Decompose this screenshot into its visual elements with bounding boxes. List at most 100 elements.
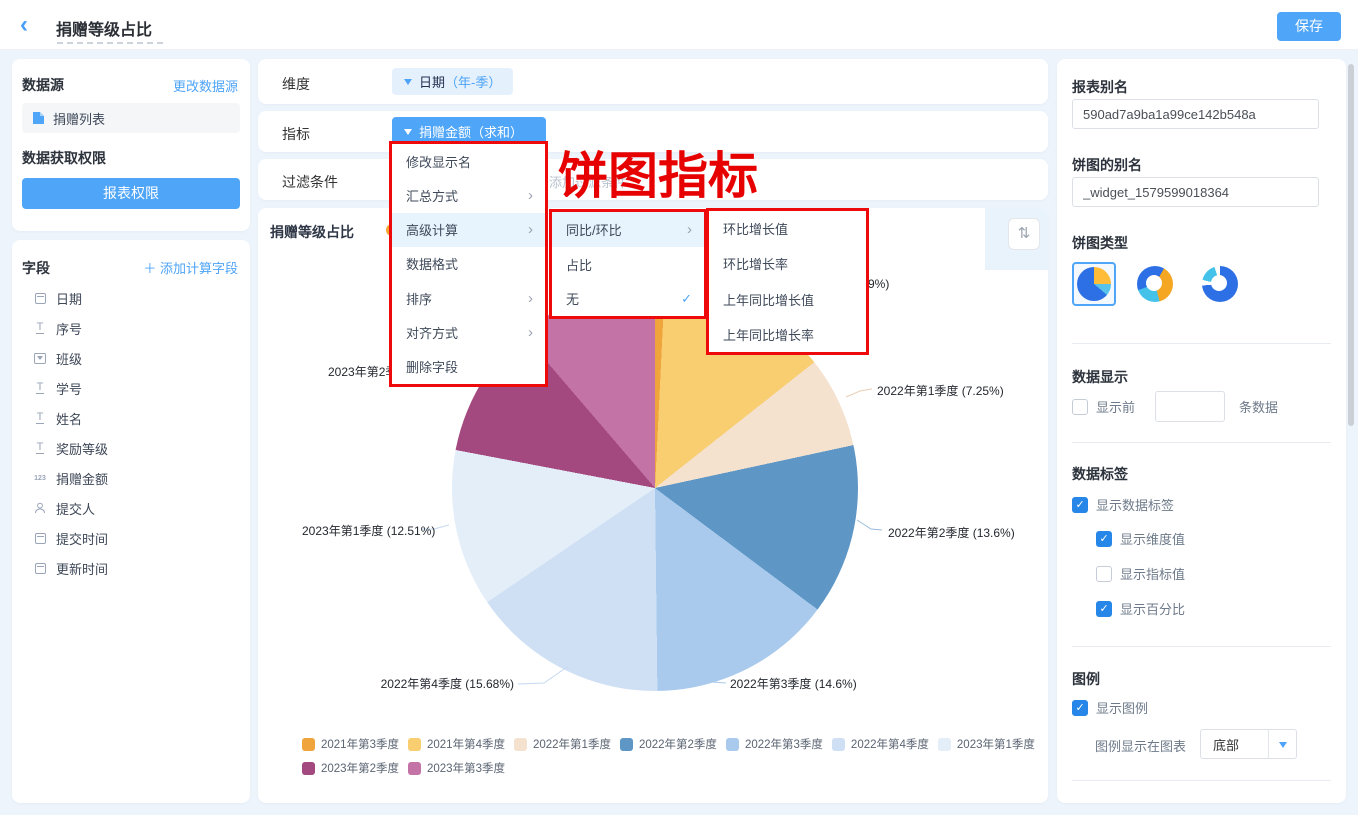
data-display-label: 数据显示	[1072, 367, 1128, 387]
pie-type-option-ring[interactable]	[1202, 266, 1238, 302]
field-item-name[interactable]: T姓名	[32, 407, 242, 429]
datasource-card: 数据源 更改数据源 捐赠列表 数据获取权限 报表权限	[12, 59, 250, 231]
menu-item-aggregation[interactable]: 汇总方式›	[392, 178, 545, 212]
field-item-submit-time[interactable]: 提交时间	[32, 527, 242, 549]
show-first-checkbox[interactable]	[1072, 399, 1088, 415]
show-legend-row: 显示图例	[1072, 698, 1148, 717]
save-button[interactable]: 保存	[1277, 12, 1341, 41]
show-percent-row: 显示百分比	[1096, 599, 1185, 618]
legend-item[interactable]: 2021年第4季度	[408, 736, 505, 752]
show-metric-checkbox[interactable]	[1096, 566, 1112, 582]
submenu-item-proportion[interactable]: 占比	[552, 247, 704, 282]
submenu-item-mom-growth-value[interactable]: 环比增长值	[709, 211, 866, 246]
chevron-right-icon: ›	[687, 222, 692, 237]
datasource-table-item[interactable]: 捐赠列表	[22, 103, 240, 133]
pie-label-2023q1: 2023年第1季度 (12.51%)	[302, 524, 435, 538]
page-title: 捐赠等级占比	[56, 16, 152, 40]
menu-item-delete-field[interactable]: 删除字段	[392, 350, 545, 384]
row-count-input[interactable]	[1155, 391, 1225, 422]
pie-type-label: 饼图类型	[1072, 233, 1128, 253]
submenu-item-yoy-growth-value[interactable]: 上年同比增长值	[709, 282, 866, 317]
pie-label-2023q2-fragment: 2023年第2季	[328, 365, 397, 379]
legend-item[interactable]: 2023年第2季度	[302, 760, 399, 776]
chart-legend-row-2: 2023年第2季度 2023年第3季度	[302, 760, 505, 776]
calendar-icon	[32, 531, 48, 545]
field-item-date[interactable]: 日期	[32, 287, 242, 309]
menu-item-align[interactable]: 对齐方式›	[392, 315, 545, 349]
pie-icon	[1077, 267, 1111, 301]
show-data-labels-row: 显示数据标签	[1072, 495, 1174, 514]
show-legend-checkbox[interactable]	[1072, 700, 1088, 716]
pie-label-2022q3: 2022年第3季度 (14.6%)	[730, 677, 857, 691]
text-icon: T	[32, 441, 48, 455]
show-percent-checkbox[interactable]	[1096, 601, 1112, 617]
chevron-right-icon: ›	[528, 222, 533, 237]
chart-legend-row-1: 2021年第3季度 2021年第4季度 2022年第1季度 2022年第2季度 …	[302, 736, 1035, 752]
filter-row: 过滤条件 点击添加过滤条件	[258, 159, 1048, 200]
field-item-class[interactable]: 班级	[32, 347, 242, 369]
show-dimension-checkbox[interactable]	[1096, 531, 1112, 547]
advanced-calc-submenu: 同比/环比› 占比 无✓	[549, 209, 707, 319]
pie-label-2022q4: 2022年第4季度 (15.68%)	[364, 677, 514, 691]
report-alias-input[interactable]	[1072, 99, 1319, 129]
change-datasource-link[interactable]: 更改数据源	[173, 76, 238, 95]
legend-item[interactable]: 2021年第3季度	[302, 736, 399, 752]
legend-item[interactable]: 2022年第2季度	[620, 736, 717, 752]
field-item-serial[interactable]: T序号	[32, 317, 242, 339]
pie-type-option-pie[interactable]	[1072, 262, 1116, 306]
field-item-update-time[interactable]: 更新时间	[32, 557, 242, 579]
fields-card: 字段 ＋ 添加计算字段 日期 T序号 班级 T学号 T姓名 T奖励等级 123捐…	[12, 240, 250, 803]
pie-alias-input[interactable]	[1072, 177, 1319, 207]
pie-type-option-donut[interactable]	[1137, 266, 1173, 302]
show-first-row: 显示前 条数据	[1072, 391, 1278, 422]
report-alias-label: 报表别名	[1072, 77, 1128, 97]
legend-item[interactable]: 2022年第1季度	[514, 736, 611, 752]
text-icon: T	[32, 411, 48, 425]
add-calc-field-link[interactable]: ＋ 添加计算字段	[143, 258, 238, 277]
legend-item[interactable]: 2023年第1季度	[938, 736, 1035, 752]
dimension-pill[interactable]: 日期 （年-季）	[392, 68, 513, 95]
menu-item-rename[interactable]: 修改显示名	[392, 144, 545, 178]
sort-button[interactable]: ⇅	[1008, 218, 1040, 250]
menu-item-data-format[interactable]: 数据格式	[392, 247, 545, 281]
chevron-right-icon: ›	[528, 291, 533, 306]
settings-panel: 报表别名 饼图的别名 饼图类型 数据显示 显示前 条数据 数据标签 显示数据标签…	[1057, 59, 1346, 803]
scrollbar-thumb[interactable]	[1348, 64, 1354, 426]
dimension-row: 维度 日期 （年-季）	[258, 59, 1048, 104]
divider	[1072, 780, 1331, 781]
legend-item[interactable]: 2022年第3季度	[726, 736, 823, 752]
back-icon[interactable]: ‹	[20, 13, 42, 37]
chart-title: 捐赠等级占比	[270, 222, 354, 242]
show-dimension-row: 显示维度值	[1096, 529, 1185, 548]
legend-item[interactable]: 2023年第3季度	[408, 760, 505, 776]
submenu-item-none[interactable]: 无✓	[552, 281, 704, 316]
datasource-label: 数据源	[22, 75, 64, 95]
field-item-student-id[interactable]: T学号	[32, 377, 242, 399]
document-icon	[32, 111, 45, 125]
text-icon: T	[32, 321, 48, 335]
calendar-icon	[32, 291, 48, 305]
title-underline	[57, 42, 163, 44]
text-icon: T	[32, 381, 48, 395]
divider	[1072, 442, 1331, 443]
legend-item[interactable]: 2022年第4季度	[832, 736, 929, 752]
metric-row: 指标 捐赠金额（求和）	[258, 111, 1048, 152]
show-data-labels-checkbox[interactable]	[1072, 497, 1088, 513]
field-item-award-level[interactable]: T奖励等级	[32, 437, 242, 459]
submenu-item-yoy-mom[interactable]: 同比/环比›	[552, 212, 704, 247]
pie-alias-label: 饼图的别名	[1072, 155, 1142, 175]
report-permission-button[interactable]: 报表权限	[22, 178, 240, 209]
submenu-item-mom-growth-rate[interactable]: 环比增长率	[709, 246, 866, 281]
field-item-donation-amount[interactable]: 123捐赠金额	[32, 467, 242, 489]
menu-item-sort[interactable]: 排序›	[392, 281, 545, 315]
chevron-down-icon	[404, 79, 412, 89]
submenu-item-yoy-growth-rate[interactable]: 上年同比增长率	[709, 317, 866, 352]
chevron-right-icon: ›	[528, 325, 533, 340]
user-icon	[32, 501, 48, 515]
pie-label-2022q1: 2022年第1季度 (7.25%)	[877, 384, 1004, 398]
legend-position-select[interactable]: 底部	[1200, 729, 1297, 759]
field-item-submitter[interactable]: 提交人	[32, 497, 242, 519]
data-labels-label: 数据标签	[1072, 464, 1128, 484]
menu-item-advanced-calc[interactable]: 高级计算›	[392, 213, 545, 247]
chevron-right-icon: ›	[528, 188, 533, 203]
